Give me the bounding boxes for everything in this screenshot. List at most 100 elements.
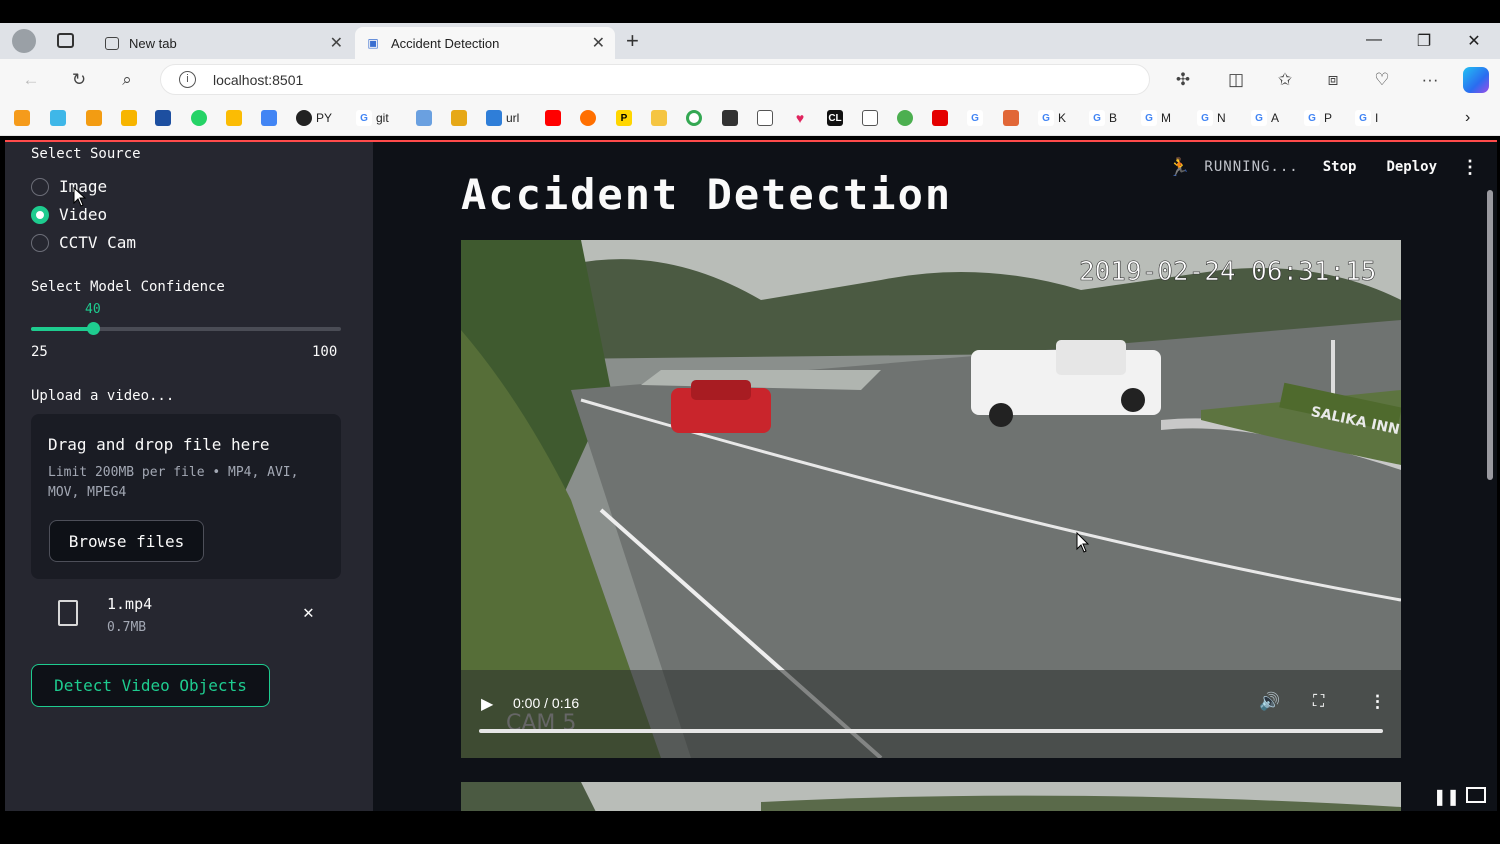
bookmark-py[interactable]: PY — [296, 110, 332, 126]
bookmark-pma-icon[interactable] — [451, 110, 471, 126]
close-tab-icon[interactable]: ✕ — [330, 33, 343, 53]
bookmark-label: N — [1217, 111, 1226, 125]
stop-button[interactable]: Stop — [1323, 159, 1357, 175]
output-video-player[interactable] — [461, 782, 1401, 811]
deploy-button[interactable]: Deploy — [1386, 159, 1437, 175]
bookmark-p[interactable]: GP — [1304, 110, 1332, 126]
bookmark-label: I — [1375, 111, 1379, 125]
search-icon[interactable]: ⌕ — [116, 69, 138, 91]
close-window-icon[interactable]: ✕ — [1464, 31, 1484, 51]
tab-accident-detection[interactable]: ▣ Accident Detection ✕ — [355, 27, 615, 59]
bookmark-n[interactable]: GN — [1197, 110, 1226, 126]
bookmark-i[interactable]: GI — [1355, 110, 1378, 126]
address-bar[interactable]: i localhost:8501 — [160, 64, 1150, 95]
site-info-icon[interactable]: i — [179, 71, 196, 88]
radio-video[interactable]: Video — [31, 205, 107, 224]
restore-icon[interactable]: ❐ — [1414, 31, 1434, 51]
bookmark-ads-icon[interactable] — [261, 110, 281, 126]
picture-in-picture-icon[interactable] — [1466, 787, 1486, 803]
favorites-list-icon[interactable]: ✩ — [1274, 69, 1296, 91]
pause-icon[interactable]: ❚❚ — [1433, 787, 1460, 807]
bookmark-circle-icon[interactable] — [686, 110, 706, 126]
bookmark-p-icon[interactable]: P — [616, 110, 636, 126]
url-text[interactable]: localhost:8501 — [213, 72, 303, 88]
radio-cctv-cam[interactable]: CCTV Cam — [31, 233, 136, 252]
bookmark-arrow-icon[interactable] — [14, 110, 34, 126]
confidence-label: Select Model Confidence — [31, 279, 225, 295]
confidence-slider-thumb[interactable] — [87, 322, 100, 335]
bookmark-youtube-icon[interactable] — [545, 110, 565, 126]
refresh-icon[interactable]: ↻ — [68, 69, 90, 91]
bookmark-url[interactable]: url — [486, 110, 519, 126]
bookmark-cursor-icon[interactable] — [722, 110, 742, 126]
minimize-icon[interactable]: — — [1364, 31, 1384, 49]
file-icon — [58, 600, 78, 626]
bookmark-label: B — [1109, 111, 1118, 125]
copilot-icon[interactable] — [1463, 67, 1489, 93]
bookmarks-bar: PY Ggit url P ♥ CL G GK GB GM GN GA GP G… — [0, 100, 1500, 136]
bookmark-drive-icon[interactable] — [226, 110, 246, 126]
main-menu-icon[interactable]: ⋮ — [1461, 157, 1479, 178]
bookmark-google-icon[interactable]: G — [967, 110, 987, 126]
bookmark-wifi-icon[interactable] — [416, 110, 436, 126]
bookmark-folder-icon[interactable] — [651, 110, 671, 126]
video-player[interactable]: SALIKA INN 2019-02-24 06:31:15 CAM 5 ▶ 0… — [461, 240, 1401, 758]
video-options-icon[interactable]: ⋮ — [1369, 692, 1386, 712]
tab-new-tab[interactable]: New tab ✕ — [95, 27, 353, 59]
volume-icon[interactable]: 🔊 — [1259, 692, 1280, 712]
video-progress-bar[interactable] — [479, 729, 1383, 733]
google-icon: G — [1141, 110, 1157, 126]
bookmark-globe-icon[interactable] — [897, 110, 917, 126]
bookmark-orange-icon[interactable] — [86, 110, 106, 126]
bookmark-k[interactable]: GK — [1038, 110, 1066, 126]
upload-label: Upload a video... — [31, 388, 175, 404]
radio-label: Video — [59, 205, 108, 224]
bookmark-git[interactable]: Ggit — [356, 110, 389, 126]
bookmark-label: git — [376, 111, 389, 125]
browser-tab-bar: New tab ✕ ▣ Accident Detection ✕ + — ❐ ✕ — [0, 23, 1500, 59]
collections-icon[interactable]: ⧈ — [1322, 69, 1344, 91]
bookmark-page2-icon[interactable] — [862, 110, 882, 126]
page-scrollbar[interactable] — [1487, 190, 1493, 480]
back-icon[interactable]: ← — [20, 69, 42, 91]
bookmark-airtel-icon[interactable] — [932, 110, 952, 126]
new-tab-plus-icon[interactable]: + — [626, 28, 639, 54]
bookmark-heart-icon[interactable]: ♥ — [792, 110, 812, 126]
bookmark-page-icon[interactable] — [757, 110, 777, 126]
select-source-label: Select Source — [31, 146, 141, 162]
radio-label: CCTV Cam — [59, 233, 137, 252]
split-screen-icon[interactable]: ◫ — [1225, 69, 1247, 91]
bookmark-a[interactable]: GA — [1251, 110, 1279, 126]
browser-essentials-icon[interactable]: ♡ — [1371, 69, 1393, 91]
fullscreen-icon[interactable]: ⛶ — [1313, 693, 1324, 711]
page-title: Accident Detection — [461, 170, 953, 219]
radio-image[interactable]: Image — [31, 177, 107, 196]
video-timestamp: 2019-02-24 06:31:15 — [1079, 257, 1376, 287]
bookmark-b[interactable]: GB — [1089, 110, 1117, 126]
detect-video-objects-button[interactable]: Detect Video Objects — [31, 664, 270, 707]
bookmark-label: P — [1324, 111, 1333, 125]
bookmark-whatsapp-icon[interactable] — [191, 110, 211, 126]
file-name: 1.mp4 — [107, 595, 153, 613]
bookmark-orange-star-icon[interactable] — [580, 110, 600, 126]
play-icon[interactable]: ▶ — [481, 694, 493, 714]
extensions-icon[interactable]: ✣ — [1172, 69, 1194, 91]
remove-file-icon[interactable]: ✕ — [303, 602, 314, 623]
bookmark-cl-icon[interactable]: CL — [827, 110, 847, 126]
bookmarks-more-chevron-icon[interactable]: › — [1465, 109, 1470, 126]
bookmark-label: A — [1271, 111, 1280, 125]
more-menu-icon[interactable]: ··· — [1419, 69, 1441, 91]
close-tab-icon[interactable]: ✕ — [592, 33, 605, 53]
bookmark-chart-icon[interactable] — [121, 110, 141, 126]
tab-actions-icon[interactable] — [57, 33, 74, 48]
bookmark-matlab-icon[interactable] — [1003, 110, 1023, 126]
bookmark-swirl-icon[interactable] — [50, 110, 70, 126]
bookmark-ieee-icon[interactable] — [155, 110, 175, 126]
mouse-cursor-icon — [73, 187, 87, 207]
output-video-frame — [461, 782, 1401, 811]
bookmark-m[interactable]: GM — [1141, 110, 1171, 126]
bookmark-label: K — [1058, 111, 1067, 125]
bookmark-label: M — [1161, 111, 1171, 125]
browse-files-button[interactable]: Browse files — [49, 520, 204, 562]
profile-avatar[interactable] — [12, 29, 36, 53]
